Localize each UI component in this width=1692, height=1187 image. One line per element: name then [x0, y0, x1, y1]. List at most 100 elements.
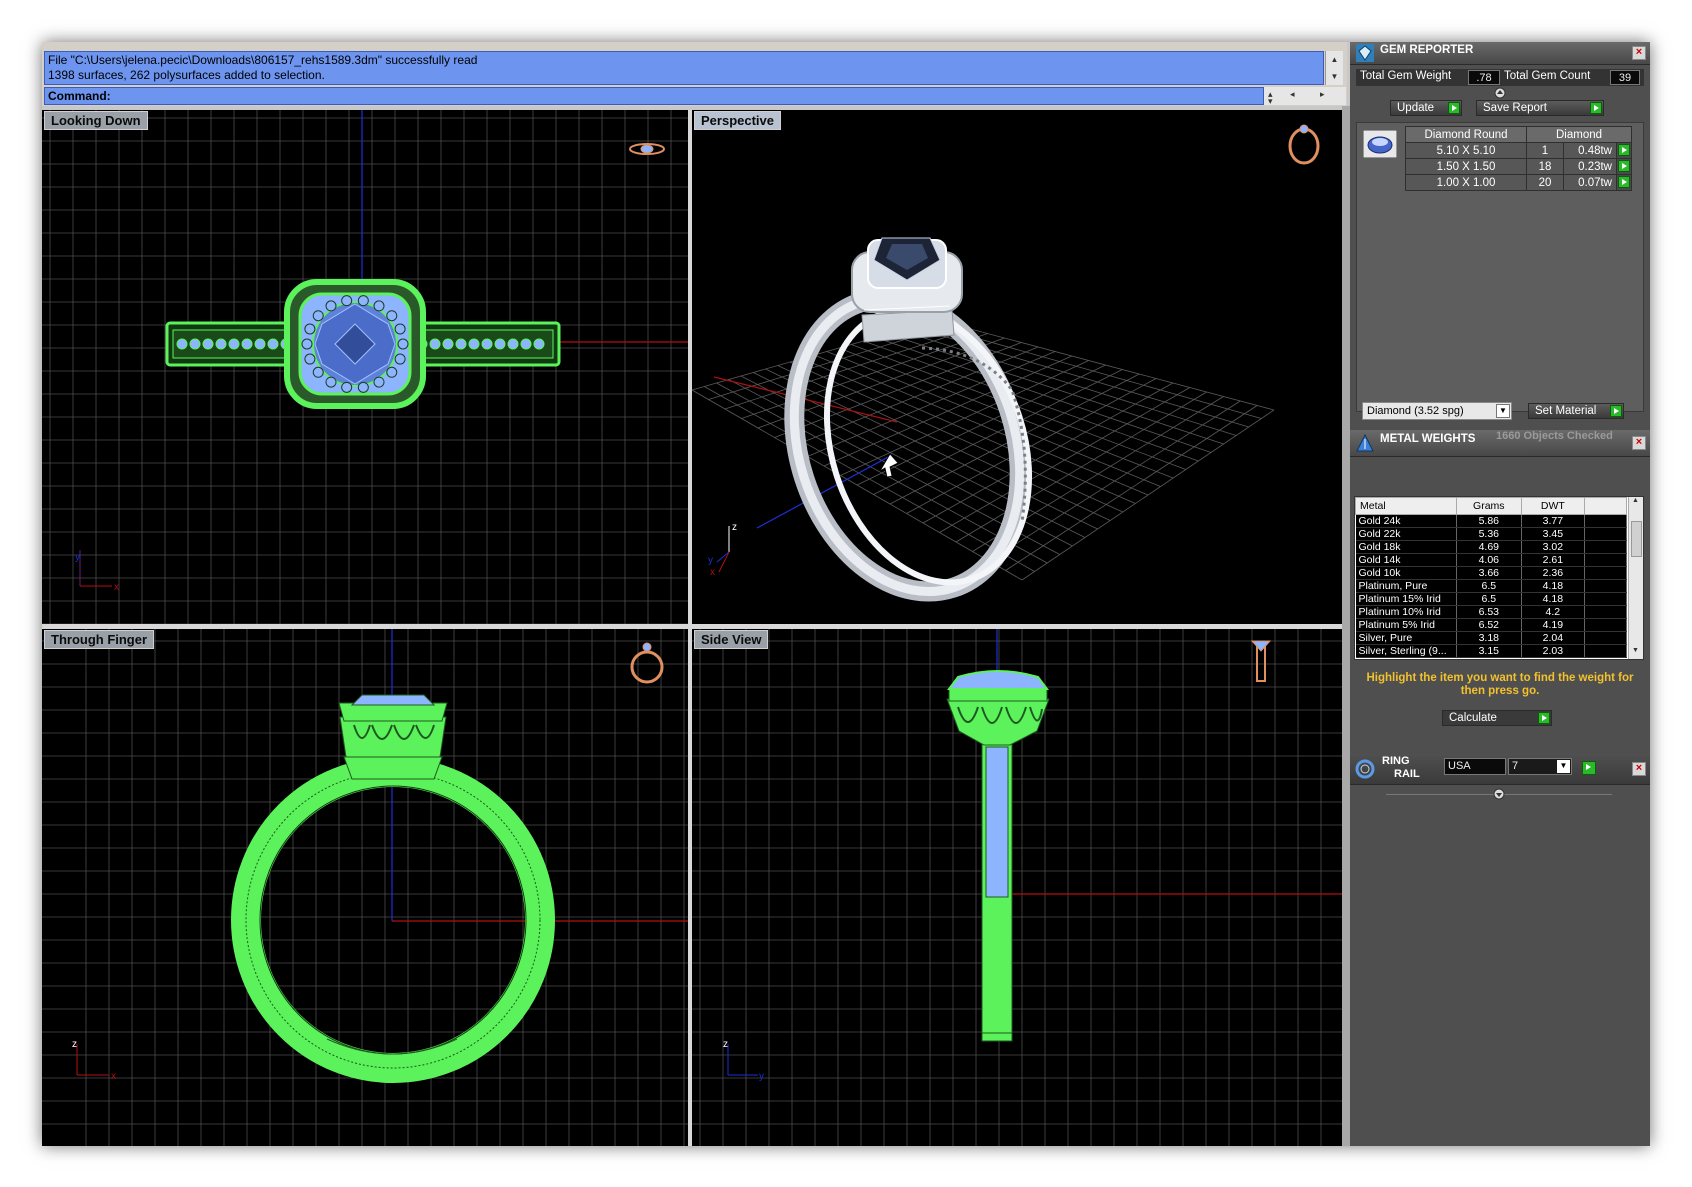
- metal-row[interactable]: Gold 10k 3.66 2.36: [1355, 566, 1627, 580]
- grams-column-header[interactable]: Grams: [1456, 497, 1522, 515]
- metal-row[interactable]: Silver, Sterling (9... 3.15 2.03: [1355, 644, 1627, 658]
- round-diamond-icon: [1363, 130, 1397, 158]
- metal-name: Platinum, Pure: [1355, 579, 1458, 593]
- metal-grams: 4.69: [1456, 540, 1522, 554]
- gem-row-go-button[interactable]: [1618, 160, 1630, 173]
- viewport-title-side-view[interactable]: Side View: [694, 630, 769, 649]
- total-gem-weight-label: Total Gem Weight: [1360, 70, 1452, 82]
- metal-grams: 5.86: [1456, 514, 1522, 528]
- metal-grams: 3.15: [1456, 644, 1522, 658]
- gem-totals-bar: Total Gem Weight .78 Total Gem Count 39: [1356, 69, 1644, 86]
- metal-name: Silver, Pure: [1355, 631, 1458, 645]
- dwt-column-header[interactable]: DWT: [1520, 497, 1586, 515]
- axis-indicator: y x: [75, 550, 119, 593]
- ring-rail-collapse-icon[interactable]: [1493, 788, 1505, 803]
- ring-rail-close-button[interactable]: ×: [1632, 762, 1646, 776]
- command-input[interactable]: [120, 89, 1224, 105]
- viewport-looking-down[interactable]: y x Looking Down: [42, 110, 688, 624]
- metal-row[interactable]: Platinum 15% Irid 6.5 4.18: [1355, 592, 1627, 606]
- total-gem-count-value: 39: [1610, 70, 1640, 85]
- update-button[interactable]: Update: [1390, 100, 1462, 116]
- metal-column-header[interactable]: Metal: [1355, 497, 1458, 515]
- metal-row[interactable]: Gold 22k 5.36 3.45: [1355, 527, 1627, 541]
- arrow-left-icon[interactable]: ◂: [1290, 89, 1295, 100]
- metal-grams: 5.36: [1456, 527, 1522, 541]
- material-select[interactable]: Diamond (3.52 spg) ▼: [1362, 402, 1512, 420]
- material-select-value: Diamond (3.52 spg): [1367, 405, 1464, 417]
- scroll-down-icon[interactable]: ▼: [1629, 647, 1642, 659]
- metal-weights-close-button[interactable]: ×: [1632, 436, 1646, 450]
- ring-side-view[interactable]: [946, 670, 1050, 1042]
- metal-name: Gold 22k: [1355, 527, 1458, 541]
- go-arrow-icon: [1610, 405, 1622, 417]
- spin-down-icon[interactable]: ▾: [1268, 96, 1273, 107]
- metal-row[interactable]: Platinum 5% Irid 6.52 4.19: [1355, 618, 1627, 632]
- history-scrollbar[interactable]: ▲ ▼: [1325, 51, 1343, 85]
- viewport-splitter-horizontal[interactable]: [42, 624, 1347, 629]
- gem-row[interactable]: 1.50 X 1.50 18 0.23tw: [1405, 158, 1632, 175]
- orientation-ring-icon: [629, 143, 665, 155]
- viewport-title-through-finger[interactable]: Through Finger: [44, 630, 155, 649]
- metal-row[interactable]: Gold 18k 4.69 3.02: [1355, 540, 1627, 554]
- metal-weights-table: Metal Grams DWT Gold 24k 5.86 3.77 Gold 22k…: [1355, 497, 1627, 658]
- metal-row[interactable]: Platinum 10% Irid 6.53 4.2: [1355, 605, 1627, 619]
- metal-weights-status: 1660 Objects Checked: [1496, 430, 1613, 442]
- viewport-side-view[interactable]: z y Side View: [692, 629, 1342, 1146]
- ring-rail-header: RING RAIL USA 7 ▼ ×: [1350, 754, 1650, 785]
- metal-dwt: 2.04: [1521, 631, 1586, 645]
- ring-front-view[interactable]: [231, 694, 555, 1083]
- total-gem-weight-value: .78: [1468, 70, 1500, 85]
- chevron-down-icon[interactable]: ▼: [1496, 404, 1510, 418]
- history-line-2: 1398 surfaces, 262 polysurfaces added to…: [48, 68, 325, 82]
- gem-reporter-close-button[interactable]: ×: [1632, 46, 1646, 60]
- gem-weight: 0.48tw: [1563, 142, 1617, 159]
- ring-top-view[interactable]: [165, 279, 561, 409]
- scale-icon: [1356, 433, 1374, 452]
- metal-weights-header: METAL WEIGHTS 1660 Objects Checked ×: [1350, 430, 1650, 457]
- chevron-down-icon[interactable]: ▼: [1557, 760, 1570, 773]
- orientation-ring-icon: [630, 642, 664, 684]
- ring-size-select[interactable]: 7 ▼: [1508, 758, 1572, 775]
- command-line: Command:: [44, 87, 1264, 105]
- set-material-button[interactable]: Set Material: [1528, 403, 1624, 419]
- arrow-right-icon[interactable]: ▸: [1320, 89, 1325, 100]
- gem-size: 5.10 X 5.10: [1405, 142, 1527, 159]
- axis-label-y: y: [708, 555, 713, 566]
- ring-rail-go-button[interactable]: [1582, 761, 1596, 775]
- metal-dwt: 3.45: [1521, 527, 1586, 541]
- metal-dwt: 4.19: [1521, 618, 1586, 632]
- viewport-title-looking-down[interactable]: Looking Down: [44, 111, 148, 130]
- viewport-perspective[interactable]: z y x Perspective: [692, 110, 1342, 624]
- axis-indicator: z y x: [708, 522, 737, 578]
- metal-name: Platinum 10% Irid: [1355, 605, 1458, 619]
- calculate-button[interactable]: Calculate: [1442, 710, 1552, 726]
- gem-row[interactable]: 1.00 X 1.00 20 0.07tw: [1405, 174, 1632, 191]
- scroll-thumb[interactable]: [1631, 521, 1642, 557]
- metal-row[interactable]: Gold 24k 5.86 3.77: [1355, 514, 1627, 528]
- gem-row-go-button[interactable]: [1618, 176, 1630, 189]
- metal-row[interactable]: Silver, Pure 3.18 2.04: [1355, 631, 1627, 645]
- total-gem-count-label: Total Gem Count: [1504, 70, 1591, 82]
- gem-reporter-title: GEM REPORTER: [1380, 44, 1474, 56]
- ring-icon: [1355, 759, 1375, 779]
- save-report-button[interactable]: Save Report: [1476, 100, 1604, 116]
- axis-label-x: x: [111, 1071, 116, 1082]
- gem-material-header: Diamond: [1526, 126, 1632, 143]
- scroll-up-icon[interactable]: ▲: [1629, 497, 1642, 509]
- command-label: Command:: [48, 89, 111, 103]
- metal-dwt: 3.77: [1521, 514, 1586, 528]
- metal-row[interactable]: Gold 14k 4.06 2.61: [1355, 553, 1627, 567]
- axis-label-x: x: [710, 567, 715, 578]
- gem-row-go-button[interactable]: [1618, 144, 1630, 157]
- metal-weights-scrollbar[interactable]: ▲ ▼: [1628, 497, 1643, 659]
- ring-render[interactable]: [758, 237, 1063, 621]
- metal-grams: 4.06: [1456, 553, 1522, 567]
- viewport-title-perspective[interactable]: Perspective: [694, 111, 781, 130]
- ring-rail-title-line2: RAIL: [1394, 768, 1420, 780]
- gem-row[interactable]: 5.10 X 5.10 1 0.48tw: [1405, 142, 1632, 159]
- ring-rail-country[interactable]: USA: [1444, 758, 1506, 775]
- viewport-through-finger[interactable]: z x Through Finger: [42, 629, 688, 1146]
- metal-name: Gold 10k: [1355, 566, 1458, 580]
- metal-dwt: 4.18: [1521, 579, 1586, 593]
- metal-row[interactable]: Platinum, Pure 6.5 4.18: [1355, 579, 1627, 593]
